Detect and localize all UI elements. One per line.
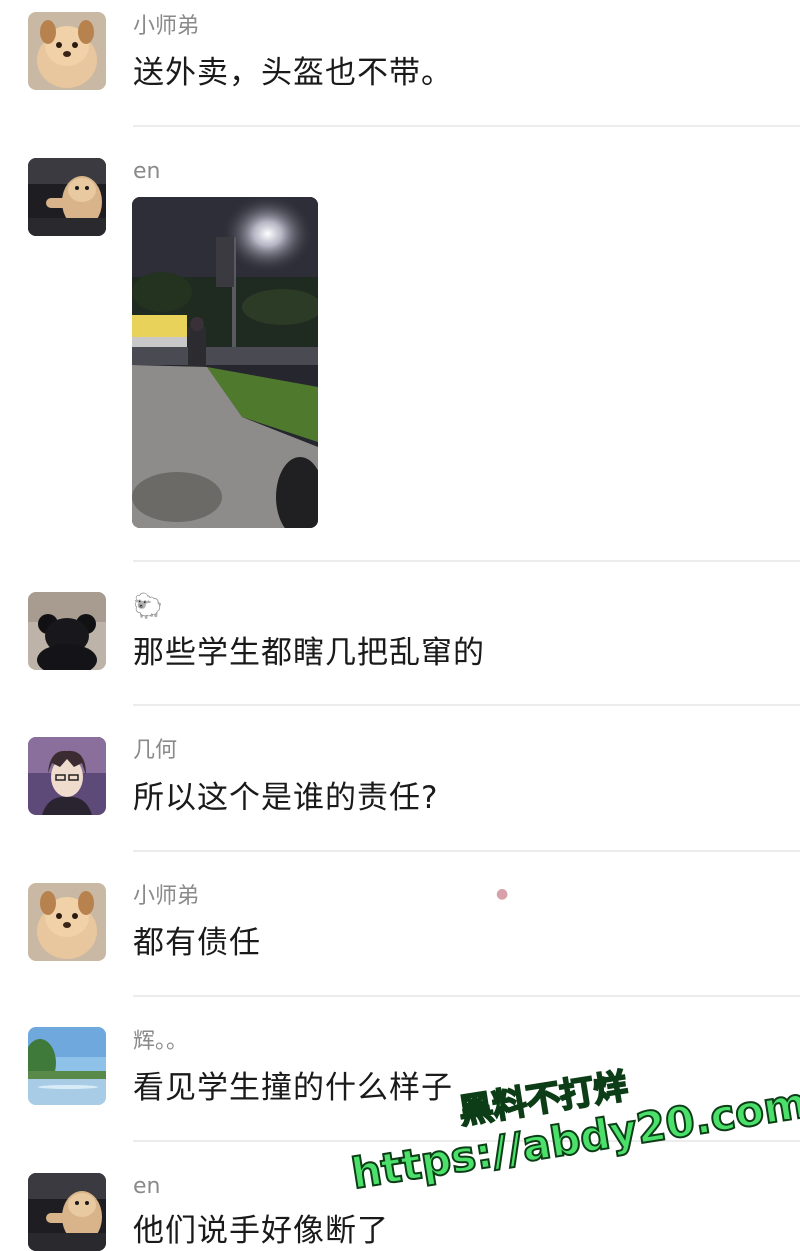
message-divider <box>133 850 800 852</box>
faint-artifact: ● <box>496 886 509 902</box>
message-text[interactable]: 那些学生都瞎几把乱窜的 <box>133 633 485 673</box>
anime-boy-avatar[interactable] <box>28 737 106 815</box>
message-divider <box>133 125 800 127</box>
message-text[interactable]: 都有债任 <box>133 923 261 963</box>
lake-scenery-avatar[interactable] <box>28 1027 106 1105</box>
dog-in-car-avatar[interactable] <box>28 1173 106 1251</box>
message-text[interactable]: 他们说手好像断了 <box>133 1211 389 1251</box>
sender-name: 几何 <box>133 738 178 763</box>
message-text[interactable]: 送外卖，头盔也不带。 <box>133 53 453 93</box>
sender-name: 辉。。 <box>133 1029 189 1054</box>
night-street-photo[interactable] <box>132 197 318 528</box>
message-divider <box>133 560 800 562</box>
puppy-avatar[interactable] <box>28 883 106 961</box>
dog-in-car-avatar[interactable] <box>28 158 106 236</box>
sender-name: 小师弟 <box>133 884 200 909</box>
message-divider <box>133 995 800 997</box>
sender-name: en <box>133 159 161 184</box>
sender-name: 🐑 <box>133 592 163 620</box>
sender-name: en <box>133 1174 161 1199</box>
message-text[interactable]: 所以这个是谁的责任? <box>133 778 438 818</box>
black-bear-avatar[interactable] <box>28 592 106 670</box>
message-divider <box>133 704 800 706</box>
message-text[interactable]: 看见学生撞的什么样子 <box>133 1068 453 1108</box>
sender-name: 小师弟 <box>133 14 200 39</box>
puppy-avatar[interactable] <box>28 12 106 90</box>
